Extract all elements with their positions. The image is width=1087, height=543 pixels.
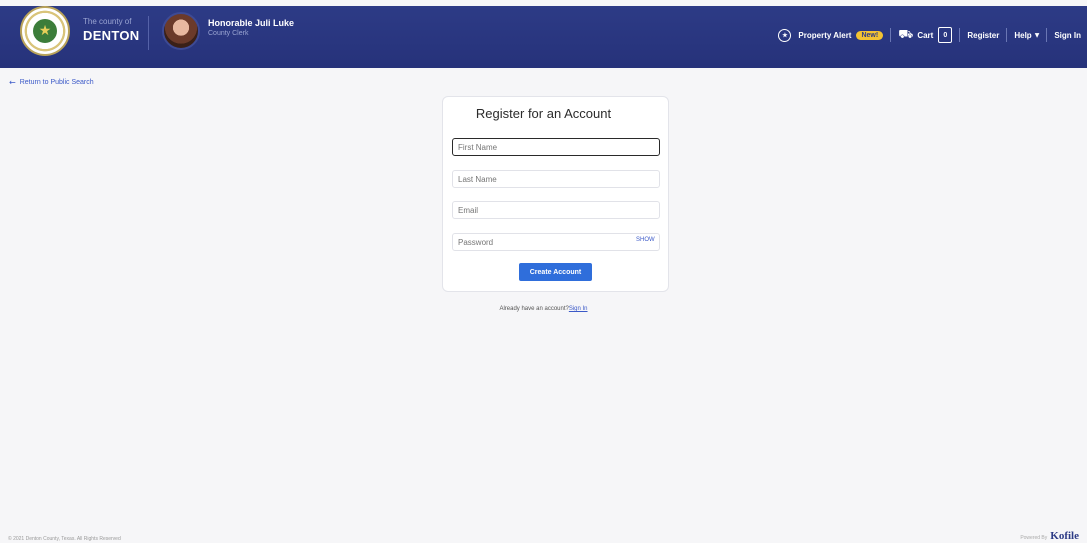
county-seal-logo[interactable]: ★ bbox=[20, 6, 70, 56]
help-menu[interactable]: Help bbox=[1014, 31, 1031, 40]
chevron-down-icon[interactable]: ▼ bbox=[1035, 32, 1040, 39]
signin-prompt-text: Already have an account? bbox=[499, 306, 569, 312]
show-password-toggle[interactable]: SHOW bbox=[636, 237, 655, 243]
official-avatar bbox=[162, 12, 200, 50]
arrow-left-icon: ← bbox=[9, 78, 16, 87]
signin-prompt: Already have an account?Sign In bbox=[0, 306, 1087, 312]
first-name-field[interactable] bbox=[452, 138, 660, 156]
cart-icon[interactable]: ⛟ bbox=[898, 27, 913, 43]
cart-link[interactable]: Cart bbox=[917, 31, 933, 40]
copyright: © 2021 Denton County, Texas. All Rights … bbox=[8, 536, 121, 542]
powered-by: Powered By Kofile bbox=[1020, 530, 1079, 542]
return-link[interactable]: ← Return to Public Search bbox=[9, 78, 94, 87]
password-field[interactable] bbox=[452, 233, 660, 251]
star-icon: ★ bbox=[33, 19, 57, 43]
form-title: Register for an Account bbox=[475, 106, 612, 121]
official-name: Honorable Juli Luke bbox=[208, 18, 295, 28]
create-account-button[interactable]: Create Account bbox=[519, 263, 592, 281]
header-nav: ★ Property Alert New! ⛟ Cart 0 Register … bbox=[778, 24, 1081, 46]
email-field[interactable] bbox=[452, 201, 660, 219]
last-name-field[interactable] bbox=[452, 170, 660, 188]
nav-divider bbox=[1046, 28, 1048, 42]
county-name: DENTON bbox=[83, 28, 140, 43]
official-title: County Clerk bbox=[208, 30, 249, 37]
return-link-label: Return to Public Search bbox=[19, 79, 94, 86]
signin-prompt-link[interactable]: Sign In bbox=[569, 306, 588, 312]
header-divider bbox=[148, 16, 149, 50]
nav-divider bbox=[890, 28, 892, 42]
sign-in-link[interactable]: Sign In bbox=[1054, 31, 1081, 40]
new-badge: New! bbox=[856, 30, 884, 40]
nav-divider bbox=[959, 28, 961, 42]
shield-icon[interactable]: ★ bbox=[778, 28, 792, 42]
county-pre-label: The county of bbox=[83, 17, 132, 26]
register-link[interactable]: Register bbox=[967, 31, 999, 40]
property-alert-link[interactable]: Property Alert bbox=[798, 31, 851, 40]
nav-divider bbox=[1006, 28, 1008, 42]
powered-by-label: Powered By bbox=[1020, 535, 1048, 541]
cart-count-badge: 0 bbox=[938, 27, 953, 43]
kofile-logo[interactable]: Kofile bbox=[1050, 530, 1079, 542]
